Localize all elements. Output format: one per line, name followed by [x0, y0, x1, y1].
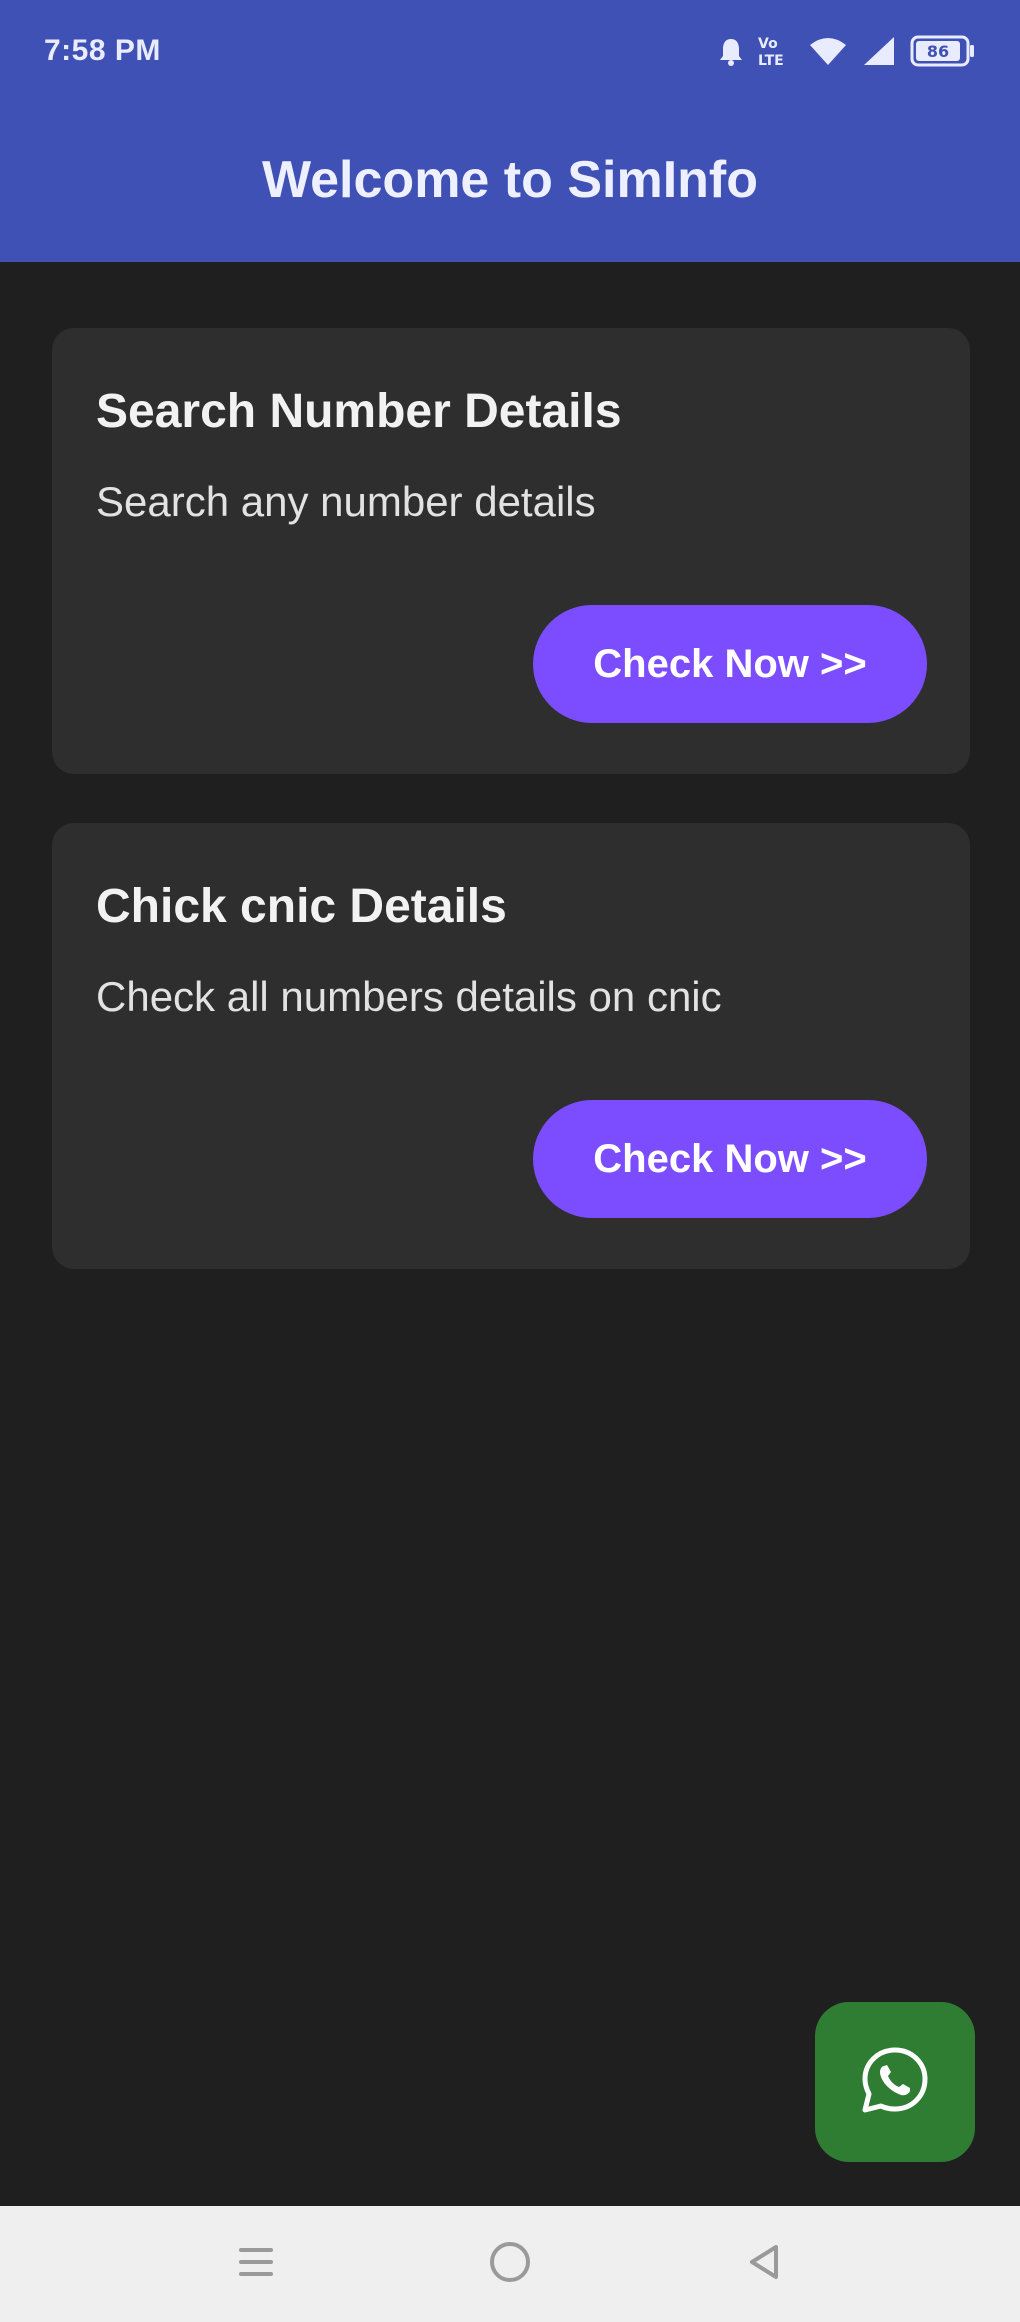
home-icon: [488, 2240, 532, 2289]
battery-level: 86: [927, 42, 949, 61]
card-description: Search any number details: [96, 478, 596, 525]
whatsapp-fab[interactable]: [815, 2002, 975, 2162]
alarm-icon: [718, 36, 744, 66]
page-title: Welcome to SimInfo: [262, 151, 758, 209]
back-button[interactable]: [734, 2234, 794, 2294]
volte-icon: Vo LTE: [758, 34, 794, 68]
check-now-button[interactable]: Check Now >>: [533, 605, 927, 723]
recents-button[interactable]: [226, 2234, 286, 2294]
search-number-card: Search Number Details Search any number …: [52, 328, 970, 774]
card-description: Check all numbers details on cnic: [96, 973, 722, 1020]
battery-icon: 86: [910, 34, 976, 68]
home-button[interactable]: [480, 2234, 540, 2294]
status-time: 7:58 PM: [44, 34, 161, 67]
svg-text:LTE: LTE: [758, 53, 784, 68]
signal-icon: [862, 35, 896, 67]
whatsapp-icon: [859, 2044, 931, 2121]
svg-text:Vo: Vo: [758, 36, 778, 52]
cnic-details-card: Chick cnic Details Check all numbers det…: [52, 823, 970, 1269]
wifi-icon: [808, 35, 848, 67]
check-now-button[interactable]: Check Now >>: [533, 1100, 927, 1218]
menu-icon: [236, 2242, 276, 2287]
back-icon: [744, 2242, 784, 2287]
card-title: Search Number Details: [96, 385, 622, 438]
card-title: Chick cnic Details: [96, 880, 507, 933]
navigation-bar: [0, 2206, 1020, 2322]
app-bar: 7:58 PM Vo LTE 86 Welcome to SimInfo: [0, 0, 1020, 262]
screen: 7:58 PM Vo LTE 86 Welcome to SimInfo Sea…: [0, 0, 1020, 2322]
status-icons: Vo LTE 86: [718, 30, 976, 72]
